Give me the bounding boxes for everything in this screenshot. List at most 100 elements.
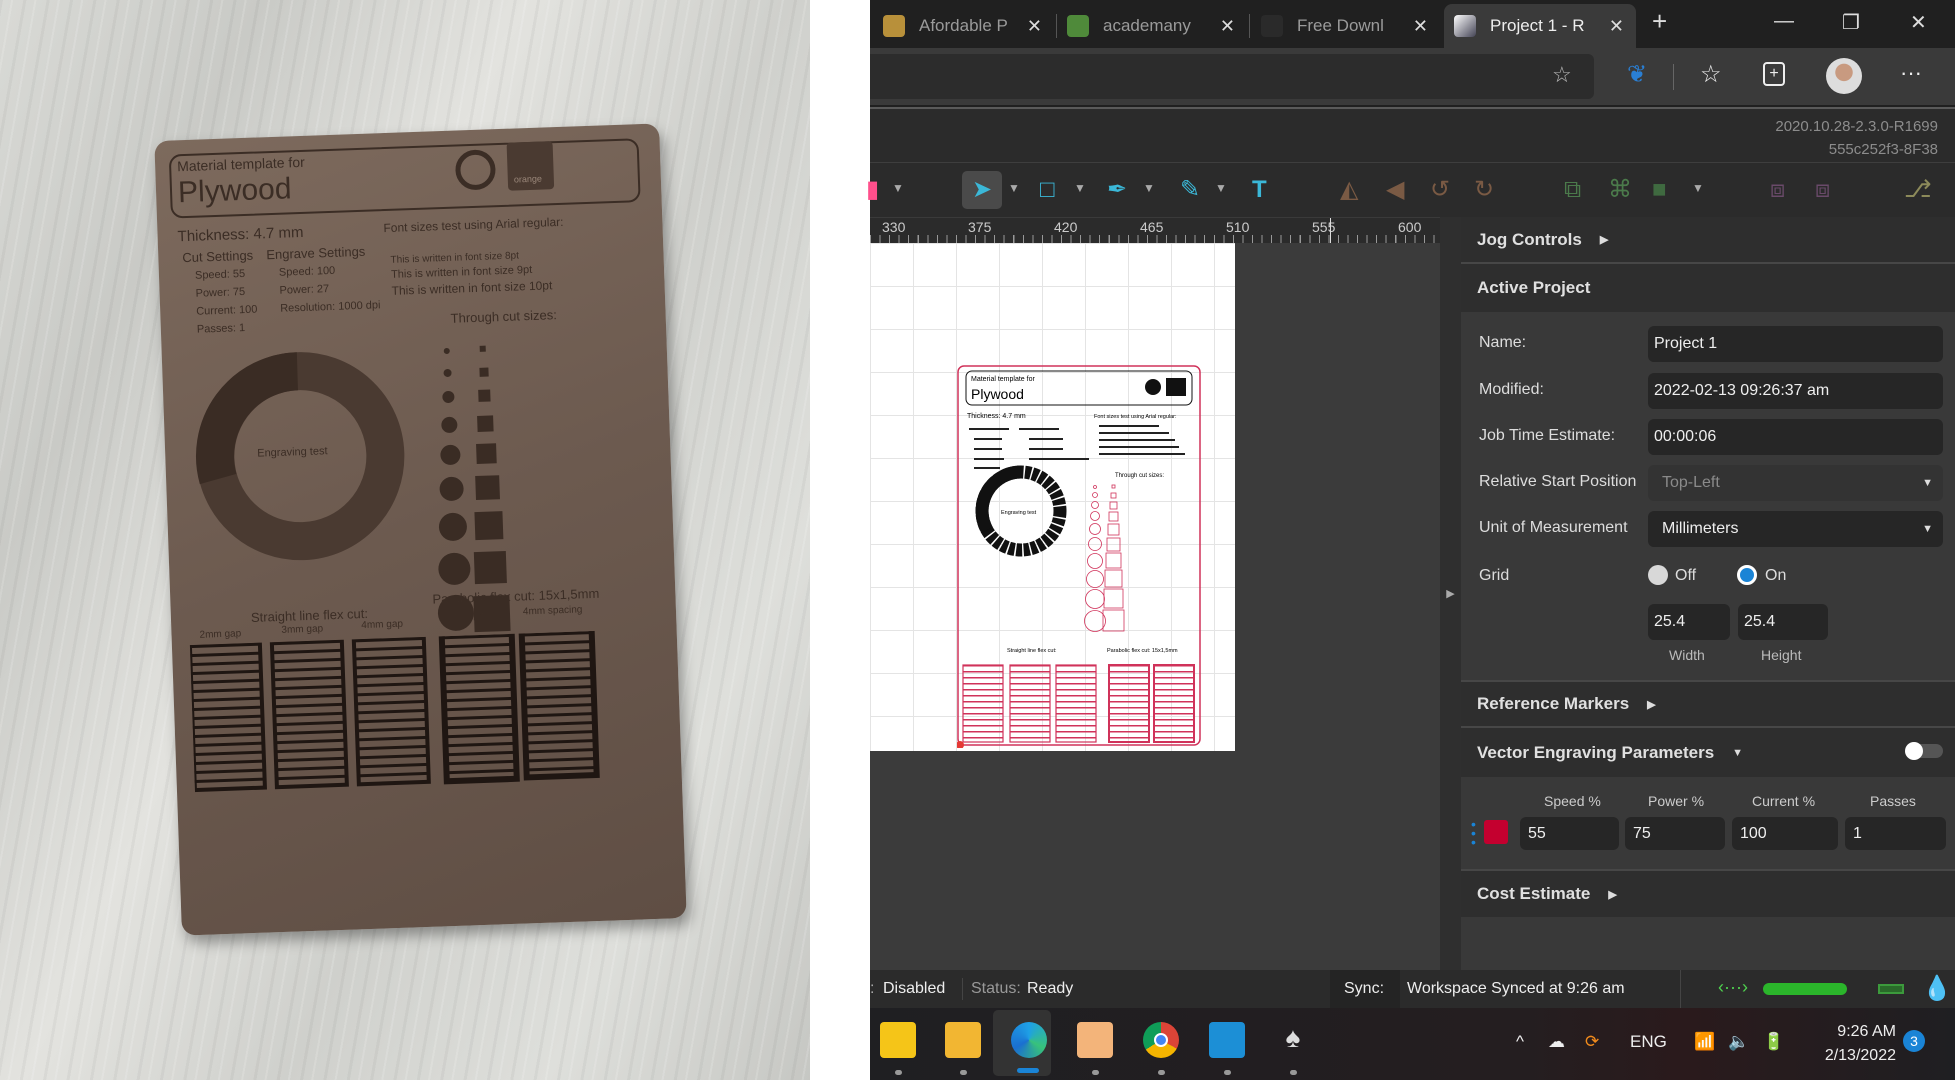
inkscape-icon[interactable]: ♠	[1275, 1022, 1311, 1058]
section-title: Cost Estimate	[1477, 884, 1591, 903]
design-straight-flex: Straight line flex cut:	[1007, 648, 1057, 654]
modified-label: Modified:	[1479, 381, 1544, 398]
card-cut-power: Power: 75	[195, 285, 246, 300]
layer-color-swatch[interactable]	[1484, 820, 1508, 844]
chevron-down-icon[interactable]: ▼	[1215, 181, 1227, 195]
chevron-down-icon: ▼	[1922, 523, 1933, 535]
more-icon[interactable]: ···	[1900, 60, 1922, 86]
vector-toggle[interactable]	[1905, 742, 1943, 760]
fusion-360-icon[interactable]	[1077, 1022, 1113, 1058]
job-time-field: 00:00:06	[1648, 419, 1943, 455]
card-cut-current: Current: 100	[196, 303, 258, 318]
close-tab-icon[interactable]: ✕	[1220, 16, 1235, 37]
ruler-label: 330	[882, 219, 906, 235]
select-tool-icon[interactable]: ➤	[962, 171, 1002, 209]
sticky-notes-icon[interactable]	[880, 1022, 916, 1058]
chrome-icon[interactable]	[1143, 1022, 1179, 1058]
remote-desktop-icon[interactable]	[1209, 1022, 1245, 1058]
wifi-icon[interactable]: 📶	[1694, 1032, 1715, 1052]
tab-free-download[interactable]: Free Downl ✕	[1251, 4, 1440, 48]
chevron-down-icon[interactable]: ▼	[1143, 181, 1155, 195]
battery-icon[interactable]: 🔋	[1763, 1032, 1784, 1052]
material-template-design[interactable]: Material template for Plywood Thickness:…	[957, 365, 1202, 748]
app-header: 2020.10.28-2.3.0-R1699 555c252f3-8F38	[870, 107, 1955, 162]
card-through-cut: Through cut sizes:	[450, 307, 558, 326]
power-input[interactable]: 75	[1625, 817, 1725, 850]
favorites-icon[interactable]: ☆	[1700, 60, 1722, 89]
onedrive-icon[interactable]: ☁	[1548, 1032, 1565, 1052]
clock[interactable]: 9:26 AM 2/13/2022	[1820, 1020, 1896, 1068]
notification-badge[interactable]: 3	[1903, 1030, 1925, 1052]
eraser-icon[interactable]: ▮	[866, 175, 879, 205]
chevron-down-icon[interactable]: ▼	[1692, 181, 1704, 195]
maximize-button[interactable]: ❐	[1842, 10, 1860, 35]
tab-label: academany	[1103, 16, 1191, 35]
close-window-button[interactable]: ✕	[1910, 10, 1927, 35]
unit-select[interactable]: Millimeters ▼	[1648, 511, 1943, 547]
grid-on-radio[interactable]	[1737, 565, 1757, 585]
sync-value: Workspace Synced at 9:26 am	[1407, 980, 1625, 997]
group-icon[interactable]: ⧉	[1564, 175, 1581, 205]
new-tab-button[interactable]: +	[1652, 6, 1667, 37]
rotate-left-icon[interactable]: ↺	[1430, 175, 1450, 205]
flip-vertical-icon[interactable]: ◀	[1386, 175, 1404, 205]
sync-icon[interactable]: ⟳	[1585, 1032, 1599, 1052]
grid-off-radio[interactable]	[1648, 565, 1668, 585]
pen-tool-icon[interactable]: ✒	[1107, 175, 1127, 205]
active-project-header: Active Project	[1461, 264, 1955, 312]
add-favorite-icon[interactable]: ☆	[1552, 62, 1572, 88]
send-backward-icon[interactable]: ⧈	[1815, 175, 1830, 205]
design-canvas[interactable]: Material template for Plywood Thickness:…	[870, 243, 1440, 970]
minimize-button[interactable]: —	[1774, 10, 1794, 33]
tab-project-1[interactable]: Project 1 - R ✕	[1444, 4, 1636, 48]
combine-shapes-icon[interactable]: ■	[1652, 175, 1667, 205]
collections-icon[interactable]: +	[1763, 62, 1785, 86]
close-tab-icon[interactable]: ✕	[1413, 16, 1428, 37]
cost-estimate-header[interactable]: Cost Estimate ▶	[1461, 869, 1955, 917]
chevron-down-icon[interactable]: ▼	[892, 181, 904, 195]
drag-handle-icon[interactable]: • • •	[1471, 817, 1476, 849]
height-label: Height	[1761, 647, 1802, 663]
tab-afordable[interactable]: Afordable P ✕	[873, 4, 1054, 48]
reference-markers-header[interactable]: Reference Markers ▶	[1461, 680, 1955, 728]
grid-width-input[interactable]: 25.4	[1648, 604, 1730, 640]
vector-engraving-header[interactable]: Vector Engraving Parameters ▼	[1461, 728, 1955, 777]
chevron-down-icon[interactable]: ▼	[1074, 181, 1086, 195]
ungroup-icon[interactable]: ⌘	[1608, 175, 1632, 205]
card-spacing-label: 3mm spacing	[442, 609, 503, 623]
language-indicator[interactable]: ENG	[1630, 1032, 1667, 1052]
relative-start-select[interactable]: Top-Left ▼	[1648, 465, 1943, 501]
jog-controls-header[interactable]: Jog Controls ▶	[1461, 217, 1955, 264]
speed-input[interactable]: 55	[1520, 817, 1619, 850]
address-bar[interactable]	[870, 54, 1594, 99]
status-bar: : Disabled Status: Ready Sync: Workspace…	[870, 970, 1955, 1008]
panel-collapse-toggle[interactable]: ▶	[1440, 217, 1461, 970]
text-tool-icon[interactable]: T	[1252, 175, 1267, 205]
pencil-tool-icon[interactable]: ✎	[1180, 175, 1200, 205]
rectangle-tool-icon[interactable]: □	[1040, 175, 1055, 205]
card-font-line: This is written in font size 9pt	[390, 263, 533, 281]
rotate-right-icon[interactable]: ↻	[1474, 175, 1494, 205]
section-title: Reference Markers	[1477, 694, 1630, 713]
close-tab-icon[interactable]: ✕	[1027, 16, 1042, 37]
project-name-input[interactable]: Project 1	[1648, 326, 1943, 362]
flip-horizontal-icon[interactable]: ◭	[1340, 175, 1358, 205]
passes-label: Passes	[1870, 793, 1916, 809]
passes-input[interactable]: 1	[1845, 817, 1946, 850]
bring-forward-icon[interactable]: ⧈	[1770, 175, 1785, 205]
current-input[interactable]: 100	[1732, 817, 1838, 850]
show-hidden-icons[interactable]: ^	[1516, 1032, 1524, 1052]
volume-icon[interactable]: 🔈	[1728, 1032, 1749, 1052]
tab-academany[interactable]: academany ✕	[1057, 4, 1247, 48]
relative-start-label: Relative Start Position	[1479, 473, 1637, 490]
extension-icon[interactable]: ❦	[1627, 60, 1647, 89]
date: 2/13/2022	[1824, 1047, 1896, 1064]
profile-avatar[interactable]	[1826, 58, 1862, 94]
tab-label: Afordable P	[919, 16, 1008, 35]
file-explorer-icon[interactable]	[945, 1022, 981, 1058]
edge-icon[interactable]	[1011, 1022, 1047, 1058]
chevron-down-icon[interactable]: ▼	[1008, 181, 1020, 195]
path-order-icon[interactable]: ⎇	[1904, 175, 1932, 205]
grid-height-input[interactable]: 25.4	[1738, 604, 1828, 640]
close-tab-icon[interactable]: ✕	[1609, 16, 1624, 37]
